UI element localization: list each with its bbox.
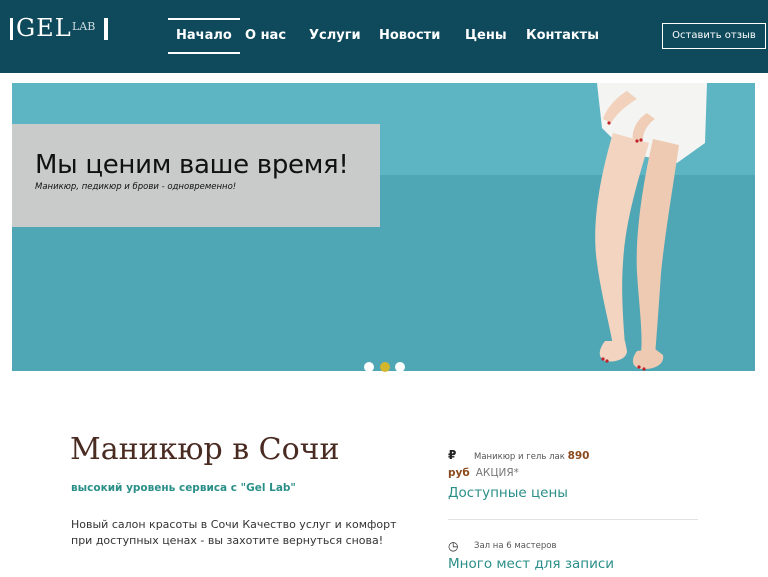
feature-prices-value: 890 [567, 450, 590, 462]
logo-main-text: GEL [16, 14, 72, 42]
page-title: Маникюр в Сочи [70, 432, 340, 467]
clock-icon: ◷ [448, 539, 459, 553]
hero-title: Мы ценим ваше время! [35, 150, 349, 180]
logo-bracket-left [10, 18, 13, 40]
feature-seats: ◷ Зал на 6 мастеров Много мест для запис… [448, 539, 698, 577]
nav-item-news[interactable]: Новости [379, 18, 440, 54]
nav-item-home[interactable]: Начало [168, 18, 240, 54]
slider-dot-1[interactable] [364, 362, 374, 372]
logo-sub-text: LAB [72, 20, 96, 33]
nav-item-prices[interactable]: Цены [465, 18, 507, 54]
feature-prices-currency: руб [448, 467, 470, 479]
hero-model-image [595, 83, 707, 371]
feature-prices: ₽ Маникюр и гель лак 890 руб АКЦИЯ* Досту… [448, 448, 698, 508]
ruble-icon: ₽ [448, 448, 457, 462]
nav-item-about[interactable]: О нас [245, 18, 286, 54]
feature-prices-row: руб АКЦИЯ* [448, 467, 519, 479]
nav-item-contacts[interactable]: Контакты [526, 18, 599, 54]
feature-prices-promo: АКЦИЯ* [475, 467, 519, 479]
slider-dot-3[interactable] [395, 362, 405, 372]
page-tagline: высокий уровень сервиса с "Gel Lab" [71, 482, 296, 494]
slider-dot-2[interactable] [380, 362, 390, 372]
feature-prices-note: Маникюр и гель лак 890 [474, 450, 589, 462]
leave-review-button[interactable]: Оставить отзыв [662, 23, 766, 49]
feature-prices-heading: Доступные цены [448, 485, 568, 501]
feature-seats-note: Зал на 6 мастеров [474, 541, 557, 551]
feature-seats-heading: Много мест для записи [448, 556, 615, 572]
hero-caption-card: Мы ценим ваше время! Маникюр, педикюр и … [12, 124, 380, 227]
feature-divider [448, 519, 698, 520]
logo-bracket-right [104, 18, 108, 40]
feature-prices-service: Маникюр и гель лак [474, 452, 565, 462]
nav-item-services[interactable]: Услуги [309, 18, 361, 54]
hero-slider: Мы ценим ваше время! Маникюр, педикюр и … [12, 83, 755, 371]
hero-subtitle: Маникюр, педикюр и брови - одновременно! [35, 182, 237, 192]
site-header: GEL LAB Начало О нас Услуги Новости Цены… [0, 0, 768, 73]
page-description: Новый салон красоты в Сочи Качество услу… [71, 518, 397, 547]
